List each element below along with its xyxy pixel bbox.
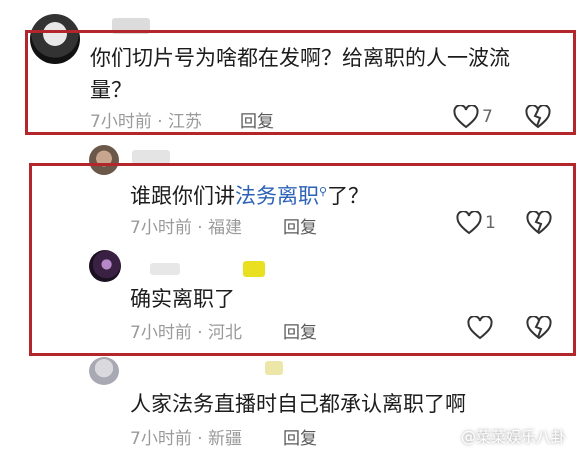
separator: · [197, 429, 203, 449]
comment-location: 新疆 [208, 429, 243, 449]
comment-time: 7小时前 [130, 429, 192, 449]
highlight-box [25, 30, 576, 135]
username-badge [265, 361, 283, 375]
watermark: @菜菜娱乐八卦 [460, 428, 566, 446]
reply-button[interactable]: 回复 [283, 424, 317, 449]
avatar[interactable] [89, 357, 119, 385]
highlight-box [29, 163, 576, 356]
username[interactable] [132, 150, 170, 164]
comment-meta: 7小时前 · 新疆 [130, 424, 242, 449]
comment-text: 人家法务直播时自己都承认离职了啊 [130, 392, 466, 416]
